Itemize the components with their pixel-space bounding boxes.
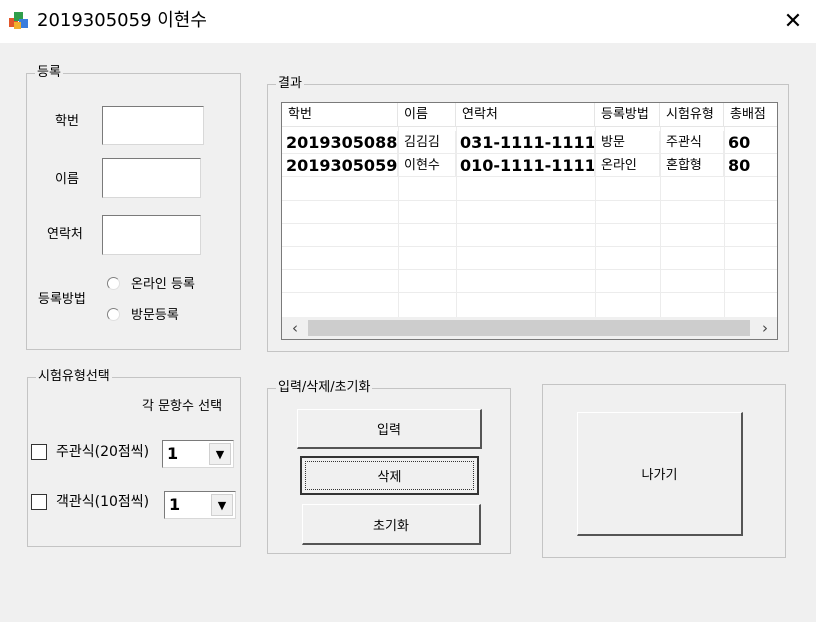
scroll-thumb[interactable] <box>308 320 750 336</box>
table-row[interactable]: 2019305088 김김김 031-1111-1111 방문 주관식 60 <box>282 131 777 154</box>
grid-line <box>724 127 725 317</box>
subjective-label: 주관식(20점씩) <box>56 444 150 460</box>
grid-line <box>282 292 777 293</box>
cell-method: 온라인 <box>595 154 660 177</box>
registration-legend: 등록 <box>35 65 63 81</box>
name-label: 이름 <box>55 172 79 187</box>
column-header-student-id[interactable]: 학번 <box>282 103 398 127</box>
contact-label: 연락처 <box>47 227 83 242</box>
scroll-right-icon[interactable]: › <box>754 317 776 339</box>
cell-contact: 010-1111-1111 <box>456 154 595 177</box>
cell-student-id: 2019305088 <box>282 131 398 154</box>
objective-count-select[interactable]: 1 ▼ <box>164 491 236 519</box>
column-header-total[interactable]: 총배점 <box>724 103 777 127</box>
cell-exam-type: 주관식 <box>660 131 724 154</box>
grid-line <box>282 223 777 224</box>
app-icon <box>8 10 30 32</box>
results-legend: 결과 <box>276 76 304 92</box>
exam-type-subtitle: 각 문항수 선택 <box>142 399 223 414</box>
grid-line <box>660 127 661 317</box>
cell-student-id: 2019305059 <box>282 154 398 177</box>
exit-button-label: 나가기 <box>641 468 678 483</box>
contact-input[interactable] <box>102 215 201 255</box>
column-header-contact[interactable]: 연락처 <box>456 103 595 127</box>
cell-total: 80 <box>728 156 751 175</box>
cell-name: 김김김 <box>398 131 456 154</box>
grid-line <box>282 269 777 270</box>
grid-line <box>456 127 457 317</box>
subjective-count-value: 1 <box>167 444 179 463</box>
grid-line <box>398 127 399 317</box>
grid-line <box>282 200 777 201</box>
exit-button[interactable]: 나가기 <box>577 412 743 536</box>
input-button[interactable]: 입력 <box>297 409 482 449</box>
visit-radio-label: 방문등록 <box>131 308 179 323</box>
subjective-checkbox[interactable] <box>31 444 47 460</box>
list-header: 학번 이름 연락처 등록방법 시험유형 총배점 <box>282 103 777 127</box>
title-bar: 2019305059 이현수 ✕ <box>0 0 816 43</box>
chevron-down-icon[interactable]: ▼ <box>209 443 231 465</box>
method-label: 등록방법 <box>38 292 86 307</box>
cell-name: 이현수 <box>398 154 456 177</box>
table-row[interactable]: 2019305059 이현수 010-1111-1111 온라인 혼합형 80 <box>282 154 777 177</box>
exam-type-legend: 시험유형선택 <box>36 369 112 385</box>
cell-method: 방문 <box>595 131 660 154</box>
grid-line <box>595 127 596 317</box>
close-icon: ✕ <box>783 9 803 34</box>
student-id-input[interactable] <box>102 106 204 145</box>
cell-exam-type: 혼합형 <box>660 154 724 177</box>
reset-button[interactable]: 초기화 <box>302 504 481 545</box>
close-button[interactable]: ✕ <box>770 0 816 43</box>
scroll-left-icon[interactable]: ‹ <box>284 317 306 339</box>
reset-button-label: 초기화 <box>373 518 409 534</box>
column-header-name[interactable]: 이름 <box>398 103 456 127</box>
cell-contact: 031-1111-1111 <box>456 131 595 154</box>
horizontal-scrollbar[interactable]: ‹ › <box>282 317 777 339</box>
focus-rect <box>305 461 474 490</box>
objective-label: 객관식(10점씩) <box>56 494 150 510</box>
cell-total: 60 <box>728 133 751 152</box>
column-header-exam-type[interactable]: 시험유형 <box>660 103 724 127</box>
student-id-label: 학번 <box>55 114 79 129</box>
input-button-label: 입력 <box>377 423 401 438</box>
subjective-count-select[interactable]: 1 ▼ <box>162 440 234 468</box>
window-title: 2019305059 이현수 <box>37 10 207 31</box>
delete-button[interactable]: 삭제 <box>300 456 479 495</box>
objective-count-value: 1 <box>169 495 181 514</box>
actions-legend: 입력/삭제/초기화 <box>276 380 373 396</box>
grid-line <box>282 246 777 247</box>
chevron-down-icon[interactable]: ▼ <box>211 494 233 516</box>
results-list[interactable]: 학번 이름 연락처 등록방법 시험유형 총배점 2019305088 김김김 0… <box>281 102 778 340</box>
objective-checkbox[interactable] <box>31 494 47 510</box>
online-radio[interactable] <box>107 277 120 290</box>
visit-radio[interactable] <box>107 308 120 321</box>
name-input[interactable] <box>102 158 201 198</box>
online-radio-label: 온라인 등록 <box>131 277 195 292</box>
column-header-method[interactable]: 등록방법 <box>595 103 660 127</box>
